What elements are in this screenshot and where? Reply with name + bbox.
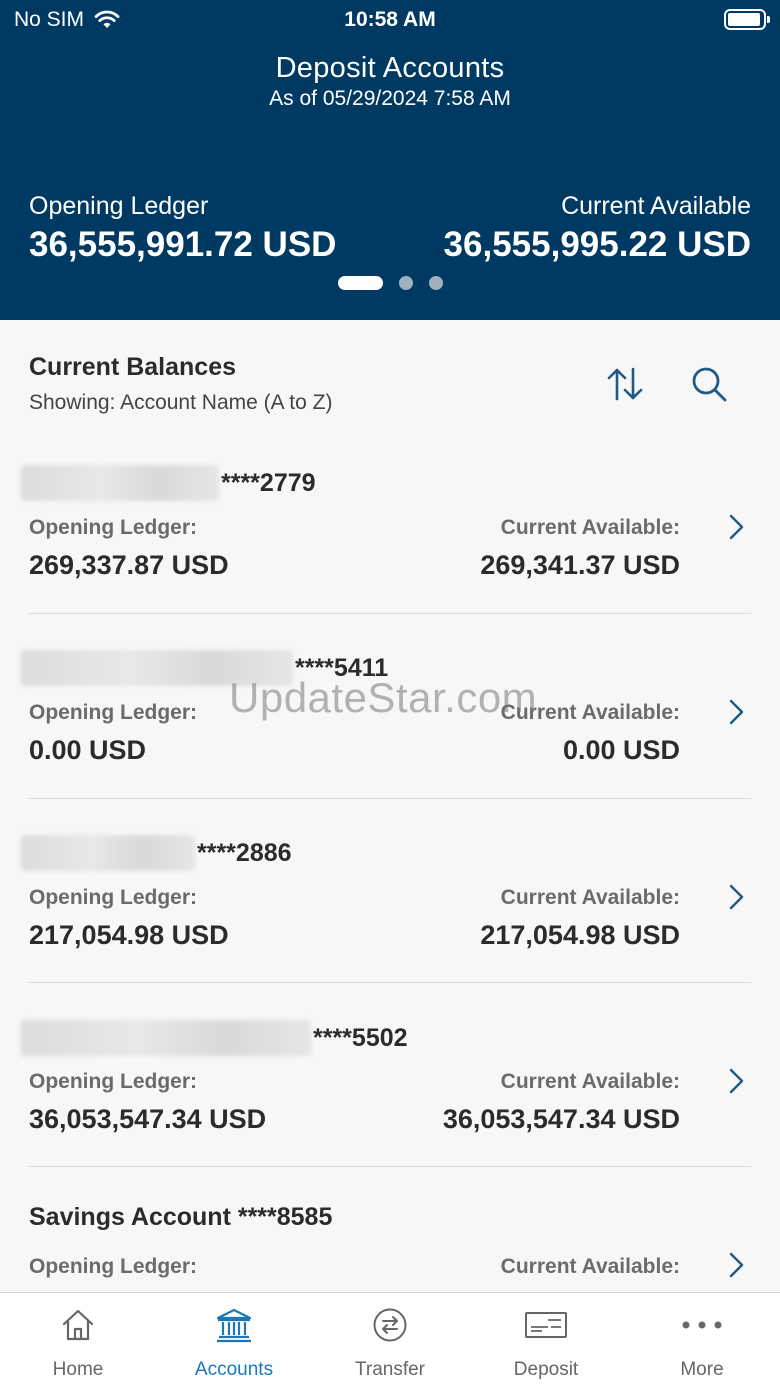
- bank-icon: [216, 1308, 252, 1343]
- summary-current-available: Current Available 36,555,995.22 USD: [444, 192, 751, 265]
- pager-dot[interactable]: [337, 276, 383, 290]
- redacted-account-name: [21, 1020, 311, 1056]
- tab-deposit[interactable]: Deposit: [468, 1293, 624, 1387]
- account-name: ****5502: [21, 1020, 408, 1056]
- tab-label: Home: [52, 1359, 104, 1380]
- account-number: ****5502: [313, 1023, 408, 1052]
- redacted-account-name: [21, 465, 219, 501]
- as-of-timestamp: As of 05/29/2024 7:58 AM: [269, 87, 511, 110]
- check-deposit-icon: [525, 1312, 567, 1338]
- tab-home[interactable]: Home: [0, 1293, 156, 1387]
- account-name: ****2886: [21, 835, 292, 871]
- current-available-label: Current Available: [561, 192, 751, 220]
- watermark: UpdateStar.com: [229, 674, 538, 721]
- opening-ledger-label: Opening Ledger: [29, 192, 209, 220]
- account-name: Savings Account ****8585: [29, 1203, 332, 1232]
- current-available-label: Current Available:: [500, 1255, 680, 1278]
- tab-label: Deposit: [513, 1359, 579, 1380]
- tab-bar: Home Accounts Transfer Deposit More: [0, 1292, 780, 1387]
- transfer-icon: [373, 1308, 407, 1342]
- home-icon: [62, 1309, 94, 1341]
- battery-icon: [724, 9, 770, 30]
- page-title: Deposit Accounts: [275, 52, 505, 84]
- account-number: Savings Account ****8585: [29, 1203, 333, 1231]
- pager-dot[interactable]: [398, 276, 413, 290]
- opening-ledger-label: Opening Ledger:: [29, 1255, 197, 1278]
- header: No SIM 10:58 AM Deposit Accounts As of 0…: [0, 0, 780, 320]
- tab-transfer[interactable]: Transfer: [312, 1293, 468, 1387]
- account-number: ****2886: [197, 838, 292, 867]
- account-row[interactable]: ****2779: [0, 320, 780, 505]
- more-icon: [682, 1321, 722, 1329]
- tab-label: More: [680, 1359, 724, 1380]
- current-available-value: 36,555,995.22 USD: [443, 225, 751, 264]
- opening-ledger-value: 36,555,991.72 USD: [29, 225, 337, 264]
- tab-label: Transfer: [354, 1359, 426, 1380]
- summary-pager[interactable]: [0, 276, 780, 290]
- status-time: 10:58 AM: [344, 8, 436, 31]
- redacted-account-name: [21, 835, 195, 871]
- summary-opening-ledger: Opening Ledger 36,555,991.72 USD: [29, 192, 336, 265]
- tab-accounts[interactable]: Accounts: [156, 1293, 312, 1387]
- status-bar: No SIM 10:58 AM: [0, 0, 780, 40]
- tab-label: Accounts: [194, 1359, 274, 1380]
- account-row[interactable]: ****5411: [0, 505, 780, 690]
- pager-dot[interactable]: [428, 276, 443, 290]
- account-row[interactable]: Savings Account ****8585: [0, 1058, 780, 1243]
- account-list-panel: Current Balances Showing: Account Name (…: [0, 320, 780, 1292]
- tab-more[interactable]: More: [624, 1293, 780, 1387]
- chevron-right-icon[interactable]: [726, 1250, 746, 1280]
- account-number: ****2779: [221, 468, 316, 497]
- account-row[interactable]: ****5502: [0, 875, 780, 1060]
- account-name: ****2779: [21, 465, 316, 501]
